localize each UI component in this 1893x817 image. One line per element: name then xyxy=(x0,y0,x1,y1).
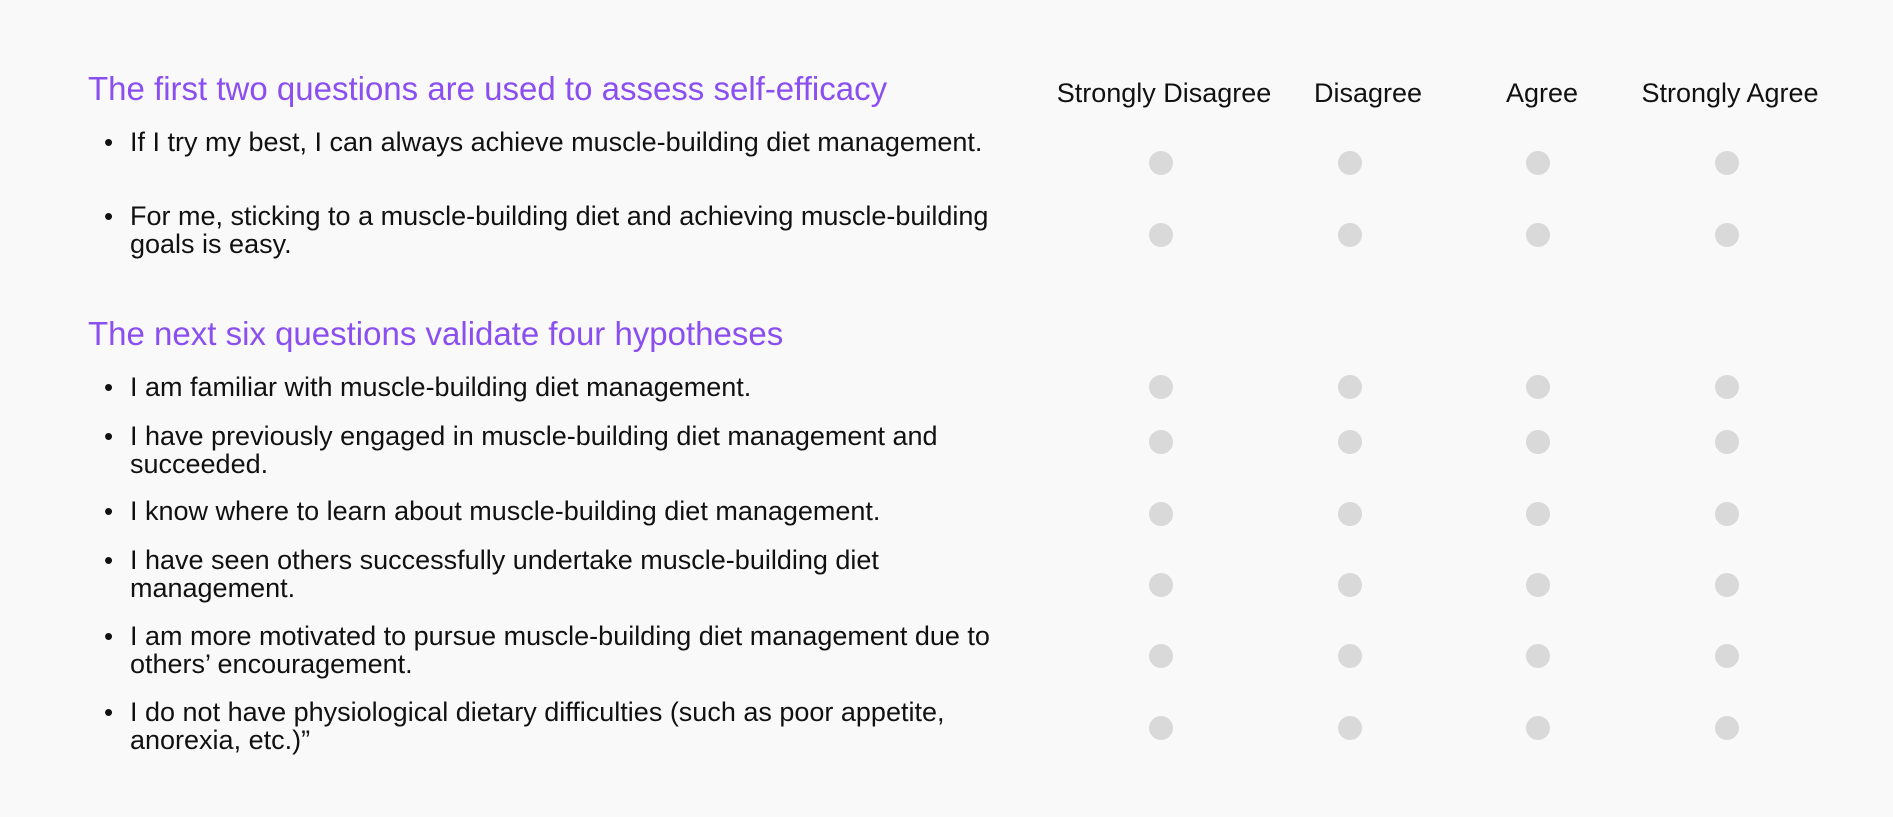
bullet-icon: • xyxy=(104,372,114,402)
question-text: I have seen others successfully undertak… xyxy=(130,545,879,603)
question-item: • I have previously engaged in muscle-bu… xyxy=(104,422,1050,478)
bullet-icon: • xyxy=(104,201,114,231)
column-header-agree: Agree xyxy=(1505,78,1579,108)
bullet-icon: • xyxy=(104,545,114,575)
radio-strongly-agree[interactable] xyxy=(1715,223,1739,247)
radio-disagree[interactable] xyxy=(1338,644,1362,668)
radio-disagree[interactable] xyxy=(1338,430,1362,454)
radio-strongly-disagree[interactable] xyxy=(1149,430,1173,454)
radio-disagree[interactable] xyxy=(1338,716,1362,740)
radio-agree[interactable] xyxy=(1526,223,1550,247)
bullet-icon: • xyxy=(104,421,114,451)
radio-agree[interactable] xyxy=(1526,375,1550,399)
radio-strongly-disagree[interactable] xyxy=(1149,716,1173,740)
question-item: • I am more motivated to pursue muscle-b… xyxy=(104,622,1050,678)
radio-agree[interactable] xyxy=(1526,502,1550,526)
radio-strongly-agree[interactable] xyxy=(1715,644,1739,668)
radio-disagree[interactable] xyxy=(1338,573,1362,597)
radio-strongly-agree[interactable] xyxy=(1715,430,1739,454)
radio-strongly-disagree[interactable] xyxy=(1149,573,1173,597)
radio-strongly-disagree[interactable] xyxy=(1149,223,1173,247)
question-text: I know where to learn about muscle-build… xyxy=(130,496,881,526)
radio-agree[interactable] xyxy=(1526,573,1550,597)
radio-strongly-agree[interactable] xyxy=(1715,151,1739,175)
bullet-icon: • xyxy=(104,496,114,526)
radio-strongly-disagree[interactable] xyxy=(1149,502,1173,526)
question-text: I do not have physiological dietary diff… xyxy=(130,697,945,755)
question-text: For me, sticking to a muscle-building di… xyxy=(130,201,989,259)
radio-strongly-agree[interactable] xyxy=(1715,573,1739,597)
radio-disagree[interactable] xyxy=(1338,375,1362,399)
column-header-strongly-agree: Strongly Agree xyxy=(1641,78,1819,108)
question-item: • For me, sticking to a muscle-building … xyxy=(104,202,1050,258)
section-title-self-efficacy: The first two questions are used to asse… xyxy=(88,70,888,107)
radio-disagree[interactable] xyxy=(1338,502,1362,526)
radio-agree[interactable] xyxy=(1526,151,1550,175)
question-text: I have previously engaged in muscle-buil… xyxy=(130,421,938,479)
radio-agree[interactable] xyxy=(1526,716,1550,740)
radio-agree[interactable] xyxy=(1526,644,1550,668)
radio-strongly-disagree[interactable] xyxy=(1149,151,1173,175)
question-text: I am more motivated to pursue muscle-bui… xyxy=(130,621,990,679)
question-item: • If I try my best, I can always achieve… xyxy=(104,128,1050,156)
column-header-disagree: Disagree xyxy=(1313,78,1423,108)
radio-disagree[interactable] xyxy=(1338,223,1362,247)
bullet-icon: • xyxy=(104,697,114,727)
bullet-icon: • xyxy=(104,127,114,157)
radio-agree[interactable] xyxy=(1526,430,1550,454)
radio-strongly-agree[interactable] xyxy=(1715,716,1739,740)
radio-strongly-disagree[interactable] xyxy=(1149,375,1173,399)
bullet-icon: • xyxy=(104,621,114,651)
question-item: • I have seen others successfully undert… xyxy=(104,546,1050,602)
column-header-strongly-disagree: Strongly Disagree xyxy=(1056,78,1272,108)
radio-strongly-agree[interactable] xyxy=(1715,502,1739,526)
question-text: I am familiar with muscle-building diet … xyxy=(130,372,752,402)
question-item: • I know where to learn about muscle-bui… xyxy=(104,497,1050,525)
question-text: If I try my best, I can always achieve m… xyxy=(130,127,983,157)
question-item: • I do not have physiological dietary di… xyxy=(104,698,1050,754)
section-title-hypotheses: The next six questions validate four hyp… xyxy=(88,315,784,352)
radio-strongly-agree[interactable] xyxy=(1715,375,1739,399)
radio-disagree[interactable] xyxy=(1338,151,1362,175)
question-item: • I am familiar with muscle-building die… xyxy=(104,373,1050,401)
radio-strongly-disagree[interactable] xyxy=(1149,644,1173,668)
